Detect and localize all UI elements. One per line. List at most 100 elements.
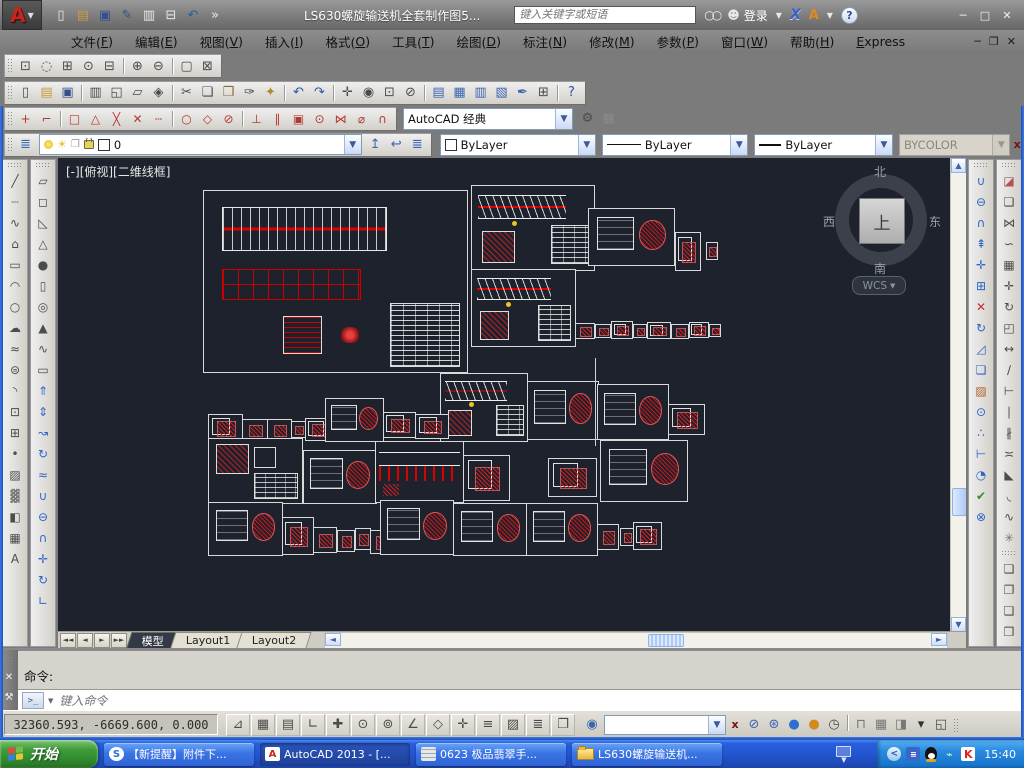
zoom-dynamic-icon[interactable]: ◌ bbox=[36, 57, 57, 76]
intersect-icon[interactable]: ∩ bbox=[970, 212, 992, 233]
menu-m[interactable]: 修改(M) bbox=[578, 30, 646, 53]
box-icon[interactable]: ◻ bbox=[32, 191, 54, 212]
compass-south-label[interactable]: 南 bbox=[874, 260, 886, 277]
menu-h[interactable]: 帮助(H) bbox=[779, 30, 845, 53]
chevron-down-icon[interactable]: ▼ bbox=[578, 135, 595, 155]
coordinates-readout[interactable]: 32360.593, -6669.600, 0.000 bbox=[4, 714, 218, 735]
save-icon[interactable]: ▣ bbox=[94, 5, 116, 25]
cone-icon[interactable]: △ bbox=[32, 233, 54, 254]
layer-on-bulb-icon[interactable] bbox=[44, 140, 53, 149]
tab-Layout1[interactable]: Layout1 bbox=[170, 632, 246, 648]
chevron-down-icon[interactable]: ▼ bbox=[555, 109, 572, 129]
infer-constraints-icon[interactable]: ⊿ bbox=[226, 714, 250, 736]
overflow-icon[interactable]: » bbox=[204, 5, 226, 25]
interfere-icon[interactable]: ⊗ bbox=[970, 506, 992, 527]
trim-icon[interactable]: ∕ bbox=[998, 359, 1020, 380]
workspace-combo[interactable]: AutoCAD 经典 ▼ bbox=[403, 108, 573, 130]
plot-icon[interactable]: ▥ bbox=[138, 5, 160, 25]
sheet-set-manager-icon[interactable]: ▧ bbox=[491, 83, 512, 102]
menu-p[interactable]: 参数(P) bbox=[646, 30, 710, 53]
command-close-icon[interactable]: ✕ bbox=[2, 670, 16, 684]
color-control-combo[interactable]: ByLayer ▼ bbox=[440, 134, 596, 156]
snap-perpendicular-icon[interactable]: ⊥ bbox=[246, 109, 267, 128]
osnap-settings-icon[interactable]: ∩ bbox=[372, 109, 393, 128]
new-icon[interactable]: ▯ bbox=[15, 83, 36, 102]
scroll-left-arrow[interactable]: ◄ bbox=[325, 633, 341, 646]
view-compass[interactable]: 上 北 南 西 东 bbox=[827, 166, 935, 274]
mtext-icon[interactable]: A bbox=[4, 548, 26, 569]
point-icon[interactable]: • bbox=[4, 443, 26, 464]
publish-icon[interactable]: ▱ bbox=[127, 83, 148, 102]
qq-tray-icon[interactable] bbox=[925, 747, 937, 761]
new-icon[interactable]: ▯ bbox=[50, 5, 72, 25]
zoom-scale-icon[interactable]: ⊞ bbox=[57, 57, 78, 76]
extrude-faces-icon[interactable]: ⇞ bbox=[970, 233, 992, 254]
dynamic-input-icon[interactable]: ✛ bbox=[451, 714, 475, 736]
autodesk360-icon[interactable]: A bbox=[809, 8, 819, 23]
zoom-previous-icon[interactable]: ⊘ bbox=[400, 83, 421, 102]
quick-properties-icon[interactable]: ≣ bbox=[526, 714, 550, 736]
signin-dropdown-icon[interactable]: ▼ bbox=[776, 11, 782, 20]
wcs-menu-button[interactable]: WCS ▼ bbox=[852, 276, 906, 295]
copy-icon[interactable]: ❏ bbox=[197, 83, 218, 102]
zoom-window-icon[interactable]: ⊡ bbox=[15, 57, 36, 76]
lineweight-display-icon[interactable]: ≡ bbox=[476, 714, 500, 736]
workspace-settings-icon[interactable]: ⚙ bbox=[577, 109, 598, 128]
subtract-icon[interactable]: ⊖ bbox=[32, 506, 54, 527]
help-icon[interactable]: ? bbox=[561, 83, 582, 102]
zoom-center-icon[interactable]: ⊙ bbox=[78, 57, 99, 76]
stretch-icon[interactable]: ↔ bbox=[998, 338, 1020, 359]
check-icon[interactable]: ✔ bbox=[970, 485, 992, 506]
arc-icon[interactable]: ◠ bbox=[4, 275, 26, 296]
snap-node-icon[interactable]: ⊙ bbox=[309, 109, 330, 128]
menu-v[interactable]: 视图(V) bbox=[189, 30, 254, 53]
zoom-window-icon[interactable]: ⊡ bbox=[379, 83, 400, 102]
exchange-apps-icon[interactable]: X bbox=[790, 7, 801, 23]
sweep-icon[interactable]: ↝ bbox=[32, 422, 54, 443]
layer-viewport-icon[interactable]: ❐ bbox=[71, 139, 80, 150]
ellipse-icon[interactable]: ⊜ bbox=[4, 359, 26, 380]
polyline-icon[interactable]: ∿ bbox=[4, 212, 26, 233]
object-snap-icon[interactable]: ⊙ bbox=[351, 714, 375, 736]
app-menu-button[interactable]: A ▼ bbox=[2, 0, 42, 30]
tab-Layout2[interactable]: Layout2 bbox=[237, 632, 313, 648]
extend-icon[interactable]: ⊢ bbox=[998, 380, 1020, 401]
command-settings-wrench-icon[interactable]: ⚒ bbox=[2, 690, 16, 704]
maximize-button[interactable]: □ bbox=[974, 6, 996, 24]
snap-apparent-intersection-icon[interactable]: ✕ bbox=[127, 109, 148, 128]
toolbar-grip[interactable] bbox=[1001, 162, 1017, 168]
snap-extension-icon[interactable]: ┄ bbox=[148, 109, 169, 128]
send-to-back-icon[interactable]: ❐ bbox=[998, 579, 1020, 600]
apps-dropdown-icon[interactable]: ▼ bbox=[827, 11, 833, 20]
snap-quadrant-icon[interactable]: ◇ bbox=[197, 109, 218, 128]
snap-nearest-icon[interactable]: ⋈ bbox=[330, 109, 351, 128]
extrude-icon[interactable]: ⇑ bbox=[32, 380, 54, 401]
status-sphere-orange-icon[interactable]: ● bbox=[804, 715, 824, 734]
workspace-save-icon[interactable]: ▦ bbox=[598, 109, 619, 128]
zoom-realtime-icon[interactable]: ◉ bbox=[358, 83, 379, 102]
viewport-scale-icon[interactable]: ◉ bbox=[582, 715, 602, 734]
snap-mode-icon[interactable]: ▦ bbox=[251, 714, 275, 736]
rectangle-icon[interactable]: ▭ bbox=[4, 254, 26, 275]
clean-icon[interactable]: ∴ bbox=[970, 422, 992, 443]
layer-states-manager-icon[interactable]: ≣ bbox=[407, 135, 428, 154]
layer-combo[interactable]: ☀ ❐ 0 ▼ bbox=[39, 134, 362, 155]
plot-preview-icon[interactable]: ◱ bbox=[106, 83, 127, 102]
first-tab-button[interactable]: ◄◄ bbox=[60, 633, 76, 648]
command-history[interactable]: 命令: bbox=[18, 651, 1023, 689]
scroll-right-arrow[interactable]: ► bbox=[931, 633, 947, 646]
scroll-up-arrow[interactable]: ▲ bbox=[951, 158, 966, 173]
polysolid-icon[interactable]: ▱ bbox=[32, 170, 54, 191]
status-sphere-blue-icon[interactable]: ● bbox=[784, 715, 804, 734]
user-icon[interactable]: ☻ bbox=[727, 8, 740, 22]
taskbar-task[interactable]: 0623 极品翡翠手... bbox=[416, 743, 566, 766]
cut-icon[interactable]: ✂ bbox=[176, 83, 197, 102]
bring-above-objects-icon[interactable]: ❑ bbox=[998, 600, 1020, 621]
ellipse-arc-icon[interactable]: ◝ bbox=[4, 380, 26, 401]
menu-express[interactable]: Express bbox=[845, 30, 916, 53]
start-button[interactable]: 开始 bbox=[0, 740, 98, 768]
chevron-down-icon[interactable]: ▼ bbox=[730, 135, 747, 155]
hide-tray-icons-button[interactable]: < bbox=[887, 747, 901, 761]
kingsoft-tray-icon[interactable]: K bbox=[961, 747, 975, 761]
menu-o[interactable]: 格式(O) bbox=[314, 30, 381, 53]
